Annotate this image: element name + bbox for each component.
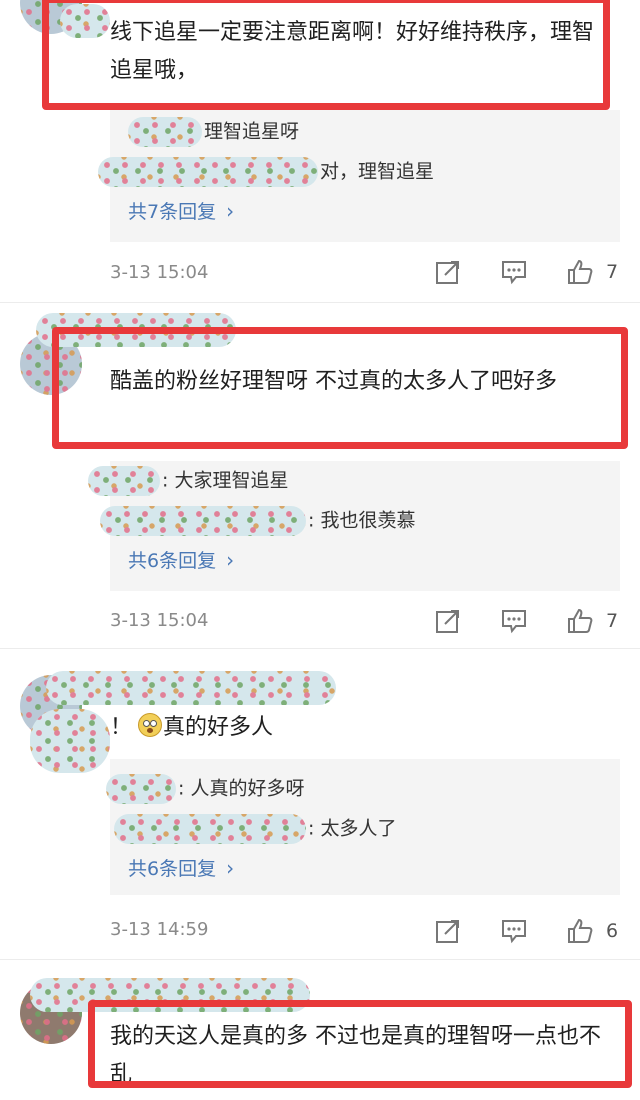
thumbs-up-icon[interactable] [566, 607, 594, 635]
reply-item[interactable]: : 我也很羡慕 [100, 505, 415, 536]
share-icon[interactable] [434, 258, 462, 286]
chevron-right-icon: › [226, 548, 235, 572]
share-icon[interactable] [434, 917, 462, 945]
username-obscured[interactable] [60, 4, 110, 38]
thumbs-up-icon[interactable] [566, 258, 594, 286]
share-icon[interactable] [434, 607, 462, 635]
reply-username-obscured [114, 813, 306, 844]
more-replies-link[interactable]: 共6条回复 › [128, 853, 234, 883]
reply-username-obscured [128, 116, 202, 147]
comment-icon[interactable] [500, 258, 528, 286]
comment-actions: 7 [430, 607, 630, 637]
reply-item[interactable]: : 太多人了 [114, 813, 396, 844]
chevron-right-icon: › [226, 199, 235, 223]
username-obscured[interactable] [36, 313, 236, 347]
timestamp: 3-13 15:04 [110, 610, 209, 631]
chevron-right-icon: › [226, 856, 235, 880]
thumbs-up-icon[interactable] [566, 917, 594, 945]
reply-item[interactable]: 对，理智追星 [98, 156, 434, 187]
reply-item[interactable]: 理智追星呀 [128, 116, 299, 147]
comment-3: ！真的好多人 : 人真的好多呀 : 太多人了 共6条回复 › 3-13 14:59… [0, 649, 640, 959]
reply-preview[interactable]: : 大家理智追星 : 我也很羡慕 共6条回复 › [88, 461, 620, 591]
comment-text: 我的天这人是真的多 不过也是真的理智呀一点也不乱 [110, 1024, 601, 1087]
reply-item[interactable]: : 人真的好多呀 [106, 773, 304, 804]
comment-text: ！真的好多人 [110, 713, 274, 740]
comment-actions: 7 [430, 258, 630, 288]
comment-1: 线下追星一定要注意距离啊！好好维持秩序，理智追星哦， 理智追星呀 对，理智追星 … [0, 0, 640, 302]
like-count: 7 [606, 610, 619, 632]
timestamp: 3-13 14:59 [110, 919, 209, 940]
username-obscured[interactable] [46, 671, 336, 705]
reply-username-obscured [100, 505, 306, 536]
comment-text: 酷盖的粉丝好理智呀 不过真的太多人了吧好多 [110, 369, 557, 394]
timestamp: 3-13 15:04 [110, 262, 209, 283]
comment-icon[interactable] [500, 917, 528, 945]
reply-username-obscured [98, 156, 318, 187]
reply-username-obscured [88, 465, 160, 496]
reply-preview[interactable]: : 人真的好多呀 : 太多人了 共6条回复 › [106, 759, 620, 895]
like-count: 6 [606, 920, 619, 942]
astonished-face-emoji [138, 713, 163, 737]
more-replies-link[interactable]: 共6条回复 › [128, 545, 234, 575]
like-count: 7 [606, 261, 619, 283]
comment-4: 我的天这人是真的多 不过也是真的理智呀一点也不乱 [0, 960, 640, 1100]
more-replies-link[interactable]: 共7条回复 › [128, 196, 234, 226]
reply-preview[interactable]: 理智追星呀 对，理智追星 共7条回复 › [98, 110, 620, 242]
reply-username-obscured [106, 773, 176, 804]
username-obscured[interactable] [30, 978, 310, 1012]
comment-2: 酷盖的粉丝好理智呀 不过真的太多人了吧好多 : 大家理智追星 : 我也很羡慕 共… [0, 303, 640, 648]
comment-text: 线下追星一定要注意距离啊！好好维持秩序，理智追星哦， [110, 20, 595, 83]
username-obscured [30, 709, 110, 773]
comment-icon[interactable] [500, 607, 528, 635]
reply-item[interactable]: : 大家理智追星 [88, 465, 288, 496]
comment-actions: 6 [430, 917, 630, 947]
